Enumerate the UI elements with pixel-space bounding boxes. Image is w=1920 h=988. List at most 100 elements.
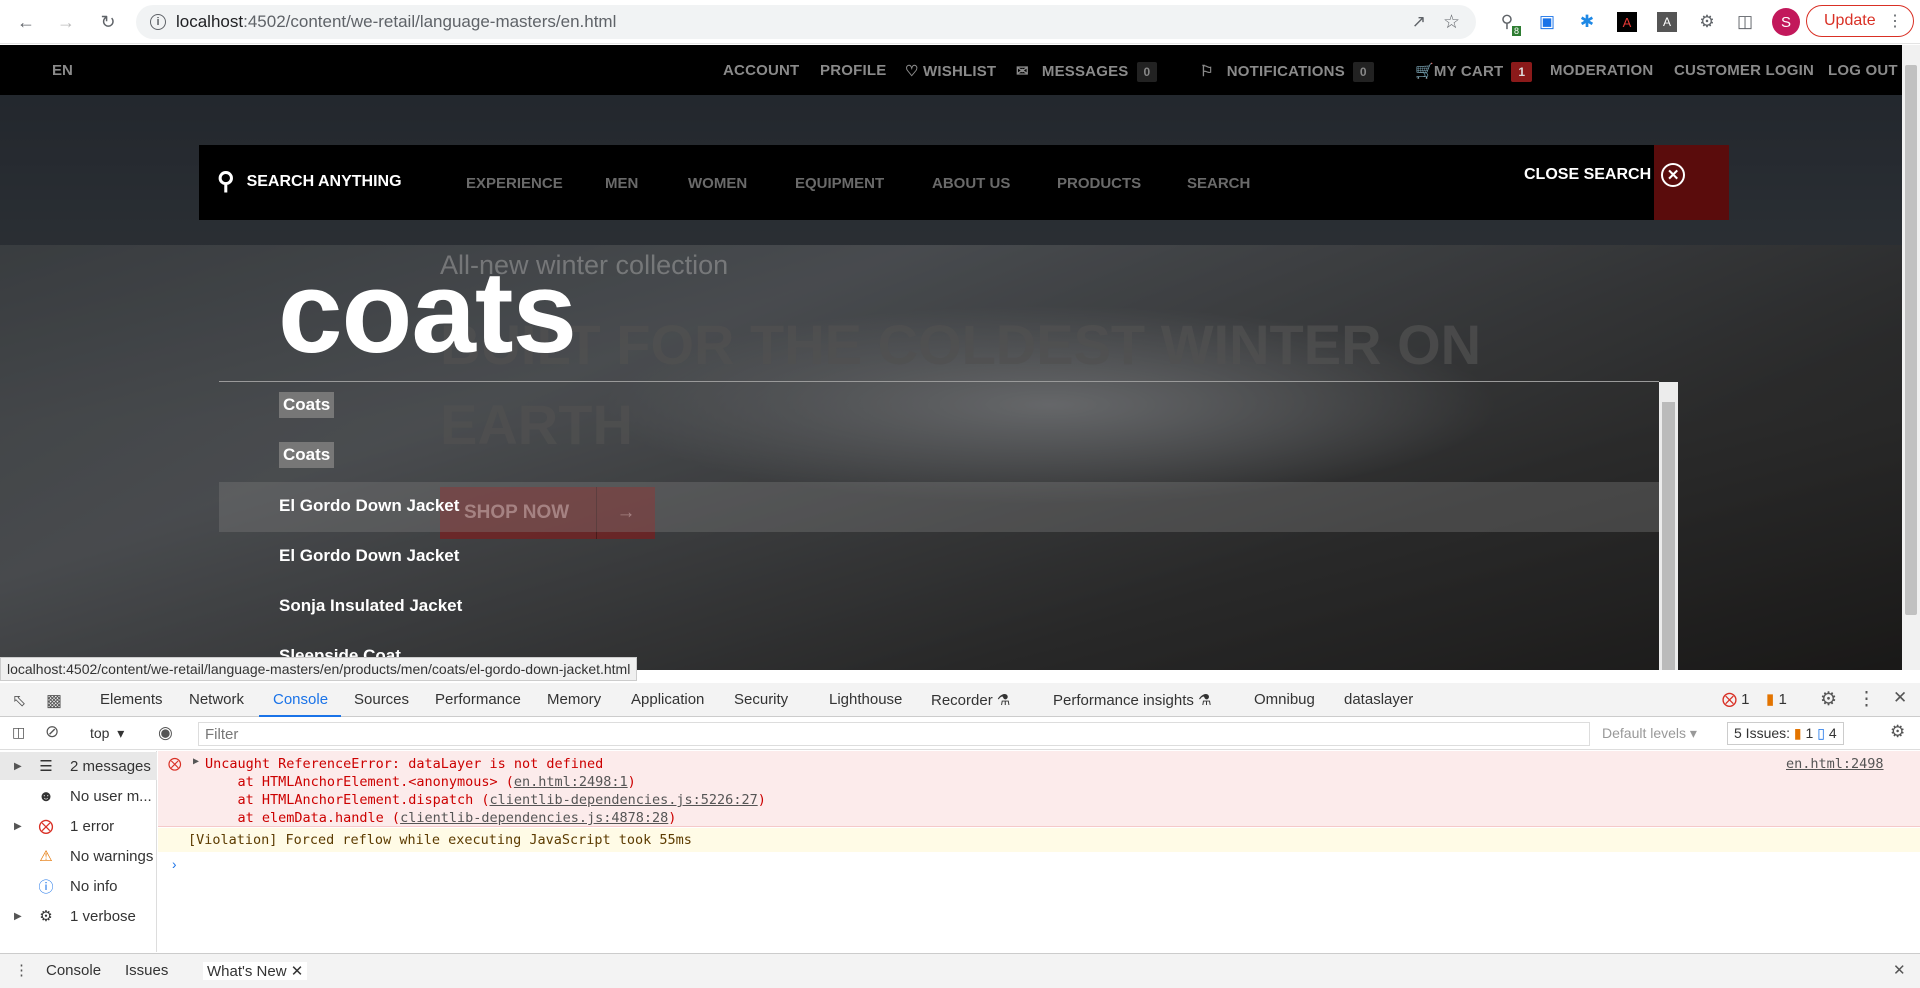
menu-equipment[interactable]: EQUIPMENT (795, 175, 884, 192)
profile-avatar[interactable]: S (1772, 8, 1800, 36)
warning-counter[interactable]: ▮ 1 (1766, 690, 1787, 708)
main-navigation: ⚲ SEARCH ANYTHING EXPERIENCE MEN WOMEN E… (199, 145, 1729, 220)
clear-console-icon[interactable]: ⊘ (45, 722, 59, 742)
menu-search[interactable]: SEARCH (1187, 175, 1250, 192)
more-options-icon[interactable]: ⋮ (1857, 688, 1876, 711)
tab-network[interactable]: Network (189, 691, 244, 708)
update-button[interactable]: Update ⋮ (1806, 5, 1914, 37)
default-levels-dropdown[interactable]: Default levels ▾ (1602, 725, 1697, 742)
adobe-extension-icon[interactable]: A (1613, 8, 1641, 36)
results-scroll-thumb[interactable] (1662, 402, 1675, 670)
nav-messages[interactable]: ✉ MESSAGES 0 (1016, 62, 1158, 82)
device-toolbar-icon[interactable]: ▩ (46, 691, 62, 711)
sidebar-toggle-icon[interactable]: ◫ (12, 724, 25, 741)
menu-products[interactable]: PRODUCTS (1057, 175, 1141, 192)
nav-account[interactable]: ACCOUNT (723, 62, 799, 79)
console-prompt-icon[interactable]: › (172, 857, 177, 872)
drawer-tab-whats-new[interactable]: What's New ✕ (203, 962, 308, 980)
sidebar-item-warnings[interactable]: ⚠ No warnings (0, 842, 157, 870)
issues-button[interactable]: 5 Issues: ▮ 1 ▯ 4 (1727, 722, 1844, 745)
tab-performance-insights[interactable]: Performance insights ⚗ (1053, 691, 1212, 709)
sidebar-item-user-messages[interactable]: ☻ No user m... (0, 782, 157, 810)
nav-notifications[interactable]: ⚐ NOTIFICATIONS 0 (1200, 62, 1374, 82)
sidebar-item-errors[interactable]: ▶ ⨂ 1 error (0, 812, 157, 840)
search-extension-icon[interactable]: ⚲ 8 (1493, 8, 1521, 36)
nav-moderation[interactable]: MODERATION (1550, 62, 1653, 79)
tab-application[interactable]: Application (631, 691, 704, 708)
result-item[interactable]: Coats (279, 392, 335, 418)
devtools-extension-icon[interactable]: ▣ (1533, 8, 1561, 36)
drawer-tab-issues[interactable]: Issues (125, 962, 168, 979)
sidebar-item-info[interactable]: ⓘ No info (0, 872, 157, 900)
tab-lighthouse[interactable]: Lighthouse (829, 691, 902, 708)
nav-logout[interactable]: LOG OUT (1828, 62, 1898, 79)
devtools-tabbar: ⬁ ▩ Elements Network Console Sources Per… (0, 683, 1920, 717)
console-error-message[interactable]: ⨂ ▶ Uncaught ReferenceError: dataLayer i… (158, 751, 1920, 827)
tab-recorder[interactable]: Recorder ⚗ (931, 691, 1010, 709)
result-item[interactable]: El Gordo Down Jacket (279, 546, 459, 566)
drawer-tab-console[interactable]: Console (46, 962, 101, 979)
tab-dataslayer[interactable]: dataslayer (1344, 691, 1413, 708)
expand-triangle-icon[interactable]: ▶ (193, 756, 199, 767)
analytics-extension-icon[interactable]: A (1653, 8, 1681, 36)
stack-link[interactable]: en.html:2498:1 (514, 774, 628, 790)
share-icon[interactable]: ↗ (1412, 12, 1426, 32)
close-tab-icon[interactable]: ✕ (291, 963, 304, 980)
inspect-element-icon[interactable]: ⬁ (12, 691, 26, 711)
reload-icon[interactable]: ↻ (90, 4, 126, 40)
tab-security[interactable]: Security (734, 691, 788, 708)
address-bar[interactable]: i localhost:4502/content/we-retail/langu… (136, 5, 1476, 39)
close-drawer-icon[interactable]: ✕ (1893, 961, 1906, 979)
back-arrow-icon[interactable]: ← (8, 4, 44, 40)
sidebar-item-label: 2 messages (70, 757, 151, 775)
close-devtools-icon[interactable]: ✕ (1893, 688, 1907, 708)
tab-sources[interactable]: Sources (354, 691, 409, 708)
menu-experience[interactable]: EXPERIENCE (466, 175, 563, 192)
close-search-button[interactable]: CLOSE SEARCH ✕ (1524, 163, 1686, 187)
results-scrollbar[interactable] (1659, 382, 1678, 670)
puzzle-extensions-icon[interactable]: ⚙ (1693, 8, 1721, 36)
nav-cart[interactable]: 🛒MY CART 1 (1415, 62, 1533, 82)
sidebar-item-verbose[interactable]: ▶ ⚙ 1 verbose (0, 902, 157, 930)
nav-profile[interactable]: PROFILE (820, 62, 886, 79)
search-query[interactable]: coats (278, 245, 577, 379)
nav-wishlist[interactable]: ♡ WISHLIST (905, 62, 996, 80)
language-switch[interactable]: EN (52, 62, 73, 79)
page-scroll-thumb[interactable] (1905, 65, 1917, 615)
sidebar-item-messages[interactable]: ▶ ☰ 2 messages (0, 752, 157, 780)
bookmark-star-icon[interactable]: ☆ (1443, 11, 1460, 34)
info-icon[interactable]: i (150, 14, 166, 30)
stack-link[interactable]: clientlib-dependencies.js:4878:28 (400, 810, 668, 826)
drawer-menu-icon[interactable]: ⋮ (14, 961, 29, 979)
user-icon: ☻ (38, 787, 54, 805)
forward-arrow-icon[interactable]: → (48, 4, 84, 40)
context-label: top (90, 725, 110, 741)
console-filter-input[interactable]: Filter (198, 722, 1590, 746)
result-item[interactable]: El Gordo Down Jacket (279, 496, 459, 516)
stack-link[interactable]: clientlib-dependencies.js:5226:27 (489, 792, 757, 808)
menu-men[interactable]: MEN (605, 175, 638, 192)
settings-gear-icon[interactable]: ⚙ (1820, 688, 1837, 711)
tab-console[interactable]: Console (273, 691, 328, 708)
console-settings-icon[interactable]: ⚙ (1890, 722, 1905, 742)
messages-count: 0 (1136, 62, 1158, 82)
eye-icon[interactable]: ◉ (158, 723, 173, 743)
error-counter[interactable]: ⨂ 1 (1722, 690, 1750, 708)
tab-performance[interactable]: Performance (435, 691, 521, 708)
bug-extension-icon[interactable]: ✱ (1573, 8, 1601, 36)
menu-women[interactable]: WOMEN (688, 175, 747, 192)
tab-omnibug[interactable]: Omnibug (1254, 691, 1315, 708)
console-violation-message[interactable]: [Violation] Forced reflow while executin… (158, 828, 1920, 852)
tab-elements[interactable]: Elements (100, 691, 163, 708)
nav-customer-login[interactable]: CUSTOMER LOGIN (1674, 62, 1814, 79)
stack-text: at elemData.handle ( (205, 810, 401, 826)
context-select[interactable]: top ▾ (90, 725, 124, 742)
side-panel-icon[interactable]: ◫ (1731, 8, 1759, 36)
result-item[interactable]: Coats (279, 442, 335, 468)
tab-memory[interactable]: Memory (547, 691, 601, 708)
kebab-menu-icon[interactable]: ⋮ (1887, 11, 1903, 31)
menu-about-us[interactable]: ABOUT US (932, 175, 1010, 192)
result-item[interactable]: Sonja Insulated Jacket (279, 596, 462, 616)
error-source-link[interactable]: en.html:2498 (1786, 756, 1884, 772)
page-scrollbar[interactable] (1902, 45, 1920, 670)
